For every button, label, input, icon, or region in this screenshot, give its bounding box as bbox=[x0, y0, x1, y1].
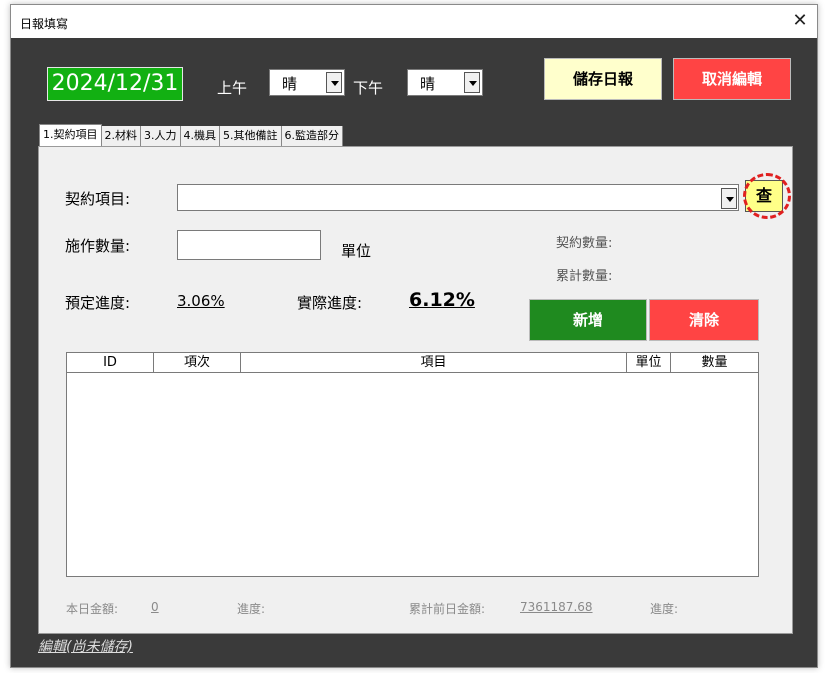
column-header-unit[interactable]: 單位 bbox=[627, 353, 671, 372]
tab-materials[interactable]: 2.材料 bbox=[101, 126, 141, 146]
am-weather-select[interactable]: 晴 bbox=[269, 69, 345, 96]
today-amount-value: 0 bbox=[151, 600, 159, 614]
column-header-seq[interactable]: 項次 bbox=[154, 353, 241, 372]
cancel-edit-button[interactable]: 取消編輯 bbox=[673, 58, 791, 100]
cumulative-qty-label: 累計數量: bbox=[556, 269, 613, 284]
today-amount-label: 本日金額: bbox=[66, 602, 119, 616]
close-button[interactable]: ✕ bbox=[789, 11, 811, 33]
work-qty-label: 施作數量: bbox=[65, 237, 131, 255]
progress-label-2: 進度: bbox=[650, 602, 679, 616]
chevron-down-icon[interactable] bbox=[326, 72, 342, 93]
edit-status: 編輯(尚未儲存) bbox=[38, 639, 133, 655]
progress-label-1: 進度: bbox=[237, 602, 266, 616]
tab-other-notes[interactable]: 5.其他備註 bbox=[220, 126, 282, 146]
prev-cumulative-value: 7361187.68 bbox=[520, 600, 593, 614]
column-header-id[interactable]: ID bbox=[67, 353, 154, 372]
report-date[interactable]: 2024/12/31 bbox=[47, 67, 183, 101]
actual-progress-label: 實際進度: bbox=[297, 294, 363, 312]
tab-contract-items[interactable]: 1.契約項目 bbox=[39, 124, 102, 146]
work-qty-input[interactable] bbox=[177, 230, 321, 260]
actual-progress-value: 6.12% bbox=[409, 289, 475, 311]
daily-report-window: 日報填寫 ✕ 2024/12/31 上午 晴 下午 晴 儲存日報 取消編輯 1.… bbox=[10, 4, 818, 668]
search-button[interactable]: 查 bbox=[745, 180, 783, 212]
tab-supervision[interactable]: 6.監造部分 bbox=[281, 126, 343, 146]
contract-items-panel: 契約項目: 查 施作數量: 單位 契約數量: 累計數量: 預定進度: 3.06%… bbox=[38, 146, 793, 634]
window-title: 日報填寫 bbox=[20, 17, 69, 31]
column-header-item[interactable]: 項目 bbox=[241, 353, 627, 372]
pm-weather-select[interactable]: 晴 bbox=[407, 69, 483, 96]
prev-cumulative-label: 累計前日金額: bbox=[409, 602, 486, 616]
chevron-down-icon[interactable] bbox=[464, 72, 480, 93]
add-button[interactable]: 新增 bbox=[529, 299, 647, 341]
clear-button[interactable]: 清除 bbox=[649, 299, 759, 341]
pm-weather-value: 晴 bbox=[420, 75, 436, 93]
form-body: 2024/12/31 上午 晴 下午 晴 儲存日報 取消編輯 1.契約項目 2.… bbox=[11, 38, 817, 667]
unit-label: 單位 bbox=[341, 242, 372, 260]
tab-strip: 1.契約項目 2.材料 3.人力 4.機具 5.其他備註 6.監造部分 bbox=[39, 124, 343, 146]
items-list[interactable]: ID 項次 項目 單位 數量 bbox=[66, 352, 759, 577]
contract-item-label: 契約項目: bbox=[65, 190, 131, 208]
tab-equipment[interactable]: 4.機具 bbox=[180, 126, 220, 146]
am-weather-value: 晴 bbox=[282, 75, 298, 93]
list-header: ID 項次 項目 單位 數量 bbox=[67, 353, 758, 373]
column-header-qty[interactable]: 數量 bbox=[671, 353, 758, 372]
contract-item-combo[interactable] bbox=[177, 184, 739, 211]
contract-qty-label: 契約數量: bbox=[556, 236, 613, 251]
save-report-button[interactable]: 儲存日報 bbox=[544, 58, 662, 100]
pm-label: 下午 bbox=[353, 79, 384, 97]
chevron-down-icon[interactable] bbox=[721, 188, 737, 209]
title-bar: 日報填寫 ✕ bbox=[11, 5, 817, 38]
am-label: 上午 bbox=[217, 79, 248, 97]
planned-progress-label: 預定進度: bbox=[65, 294, 131, 312]
tab-manpower[interactable]: 3.人力 bbox=[141, 126, 181, 146]
planned-progress-value: 3.06% bbox=[177, 292, 225, 310]
